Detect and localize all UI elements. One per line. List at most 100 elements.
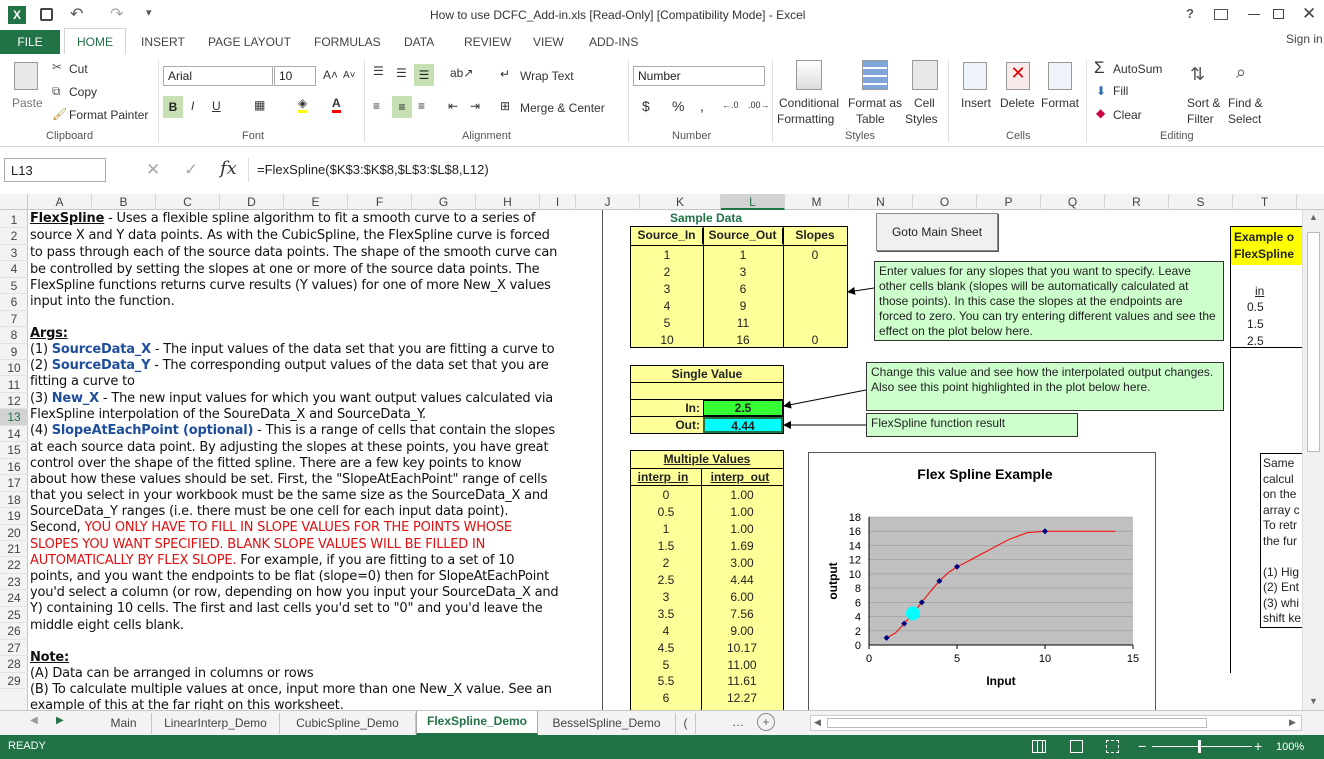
find-select-button[interactable]: Find & xyxy=(1228,96,1263,110)
column-header-M[interactable]: M xyxy=(785,194,849,210)
orientation-icon[interactable]: ab↗ xyxy=(450,66,473,80)
underline-button[interactable]: U xyxy=(212,99,221,113)
row-header-13[interactable]: 13 xyxy=(0,409,28,426)
autosum-icon[interactable]: Σ xyxy=(1094,58,1105,78)
row-header-20[interactable]: 20 xyxy=(0,525,28,541)
find-select-icon[interactable]: ⌕ xyxy=(1236,62,1246,83)
clear-icon[interactable]: ◆ xyxy=(1096,106,1105,120)
font-color-icon[interactable]: A xyxy=(332,96,341,113)
grow-font-icon[interactable]: A˄ xyxy=(323,68,338,82)
column-header-H[interactable]: H xyxy=(476,194,540,210)
format-as-table-icon[interactable] xyxy=(862,60,888,90)
row-header-28[interactable]: 28 xyxy=(0,656,28,673)
column-header-A[interactable]: A xyxy=(28,194,92,210)
row-header-26[interactable]: 26 xyxy=(0,623,28,640)
merge-center-icon[interactable]: ⊞ xyxy=(500,99,510,113)
row-header-29[interactable]: 29 xyxy=(0,673,28,690)
cell-styles-icon[interactable] xyxy=(912,60,938,90)
tab-add-ins[interactable]: ADD-INS xyxy=(589,35,638,49)
align-left-icon[interactable]: ≡ xyxy=(373,99,380,113)
row-header-11[interactable]: 11 xyxy=(0,377,28,393)
merge-center-button[interactable]: Merge & Center xyxy=(520,101,605,115)
row-header-23[interactable]: 23 xyxy=(0,574,28,591)
format-painter-icon[interactable]: 🖌 xyxy=(52,107,67,121)
save-icon[interactable] xyxy=(40,8,53,21)
paste-button[interactable]: Paste xyxy=(12,96,43,110)
column-header-L[interactable]: L xyxy=(721,194,785,210)
tab-page-layout[interactable]: PAGE LAYOUT xyxy=(208,35,291,49)
zoom-level[interactable]: 100% xyxy=(1276,741,1304,753)
zoom-slider[interactable] xyxy=(1152,746,1252,747)
row-header-25[interactable]: 25 xyxy=(0,607,28,624)
column-header-J[interactable]: J xyxy=(576,194,640,210)
multiple-out-cell[interactable]: 7.56 xyxy=(701,607,783,621)
multiple-in-cell[interactable]: 1.5 xyxy=(631,539,701,553)
add-sheet-icon[interactable]: + xyxy=(757,713,775,731)
row-header-17[interactable]: 17 xyxy=(0,475,28,492)
worksheet-grid[interactable]: FlexSpline - Uses a flexible spline algo… xyxy=(28,210,1302,710)
scroll-thumb[interactable] xyxy=(1307,232,1320,452)
row-header-10[interactable]: 10 xyxy=(0,360,28,377)
multiple-in-cell[interactable]: 4.5 xyxy=(631,641,701,655)
hscroll-left-icon[interactable]: ◀ xyxy=(814,717,821,728)
row-header-1[interactable]: 1 xyxy=(0,212,28,229)
multiple-in-cell[interactable]: 2.5 xyxy=(631,573,701,587)
insert-function-icon[interactable]: fx xyxy=(220,158,237,179)
format-cells-button[interactable]: Format xyxy=(1041,96,1079,110)
tab-home[interactable]: HOME xyxy=(64,28,126,55)
format-cells-icon[interactable] xyxy=(1048,62,1072,90)
row-header-19[interactable]: 19 xyxy=(0,508,28,525)
row-header-12[interactable]: 12 xyxy=(0,393,28,410)
multiple-out-cell[interactable]: 1.69 xyxy=(701,539,783,553)
increase-decimal-icon[interactable]: ←.0 xyxy=(722,100,739,110)
column-header-F[interactable]: F xyxy=(348,194,412,210)
hscroll-right-icon[interactable]: ▶ xyxy=(1289,717,1296,728)
sheet-tab-flexspline-demo[interactable]: FlexSpline_Demo xyxy=(416,711,538,735)
fill-icon[interactable]: ⬇ xyxy=(1096,84,1106,98)
scroll-up-icon[interactable]: ▲ xyxy=(1309,212,1318,222)
multiple-in-cell[interactable]: 1 xyxy=(631,522,701,536)
sheet-tab-cubicspline-demo[interactable]: CubicSpline_Demo xyxy=(280,713,416,734)
multiple-out-cell[interactable]: 11.00 xyxy=(701,658,783,672)
column-header-O[interactable]: O xyxy=(913,194,977,210)
column-header-R[interactable]: R xyxy=(1105,194,1169,210)
row-header-5[interactable]: 5 xyxy=(0,278,28,295)
tab-data[interactable]: DATA xyxy=(404,35,434,49)
comma-icon[interactable]: , xyxy=(700,98,704,114)
multiple-in-cell[interactable]: 4 xyxy=(631,624,701,638)
page-break-view-icon[interactable] xyxy=(1106,740,1119,753)
column-header-Q[interactable]: Q xyxy=(1041,194,1105,210)
multiple-out-cell[interactable]: 10.17 xyxy=(701,641,783,655)
shrink-font-icon[interactable]: A˅ xyxy=(343,70,356,81)
tab-review[interactable]: REVIEW xyxy=(464,35,511,49)
page-layout-view-icon[interactable] xyxy=(1070,740,1083,753)
tab-file[interactable]: FILE xyxy=(0,30,60,54)
undo-icon[interactable]: ↶ xyxy=(70,4,83,24)
insert-cells-icon[interactable] xyxy=(963,62,987,90)
formula-input[interactable]: =FlexSpline($K$3:$K$8,$L$3:$L$8,L12) xyxy=(248,158,1318,182)
minimize-button[interactable] xyxy=(1248,14,1260,15)
font-name-select[interactable]: Arial xyxy=(163,66,273,86)
single-in-cell[interactable]: 2.5 xyxy=(703,400,783,416)
multiple-in-cell[interactable]: 3 xyxy=(631,590,701,604)
row-header-18[interactable]: 18 xyxy=(0,492,28,509)
column-header-I[interactable]: I xyxy=(540,194,576,210)
multiple-in-cell[interactable]: 5.5 xyxy=(631,674,701,688)
sheet-tab-linearinterp-demo[interactable]: LinearInterp_Demo xyxy=(152,713,280,734)
horizontal-scrollbar[interactable]: ◀ ▶ xyxy=(810,715,1302,731)
row-header-16[interactable]: 16 xyxy=(0,459,28,476)
fill-color-icon[interactable]: ◈ xyxy=(298,96,308,113)
multiple-out-cell[interactable]: 4.44 xyxy=(701,573,783,587)
fill-button[interactable]: Fill xyxy=(1113,84,1128,98)
row-header-22[interactable]: 22 xyxy=(0,557,28,574)
enter-formula-icon[interactable]: ✓ xyxy=(184,160,198,180)
sort-filter-button[interactable]: Sort & xyxy=(1187,96,1220,110)
column-header-N[interactable]: N xyxy=(849,194,913,210)
normal-view-icon[interactable] xyxy=(1032,740,1046,753)
multiple-out-cell[interactable]: 9.00 xyxy=(701,624,783,638)
column-header-K[interactable]: K xyxy=(640,194,721,210)
column-header-E[interactable]: E xyxy=(284,194,348,210)
column-header-P[interactable]: P xyxy=(977,194,1041,210)
cancel-formula-icon[interactable]: ✕ xyxy=(146,160,160,180)
ribbon-display-icon[interactable] xyxy=(1214,9,1228,20)
